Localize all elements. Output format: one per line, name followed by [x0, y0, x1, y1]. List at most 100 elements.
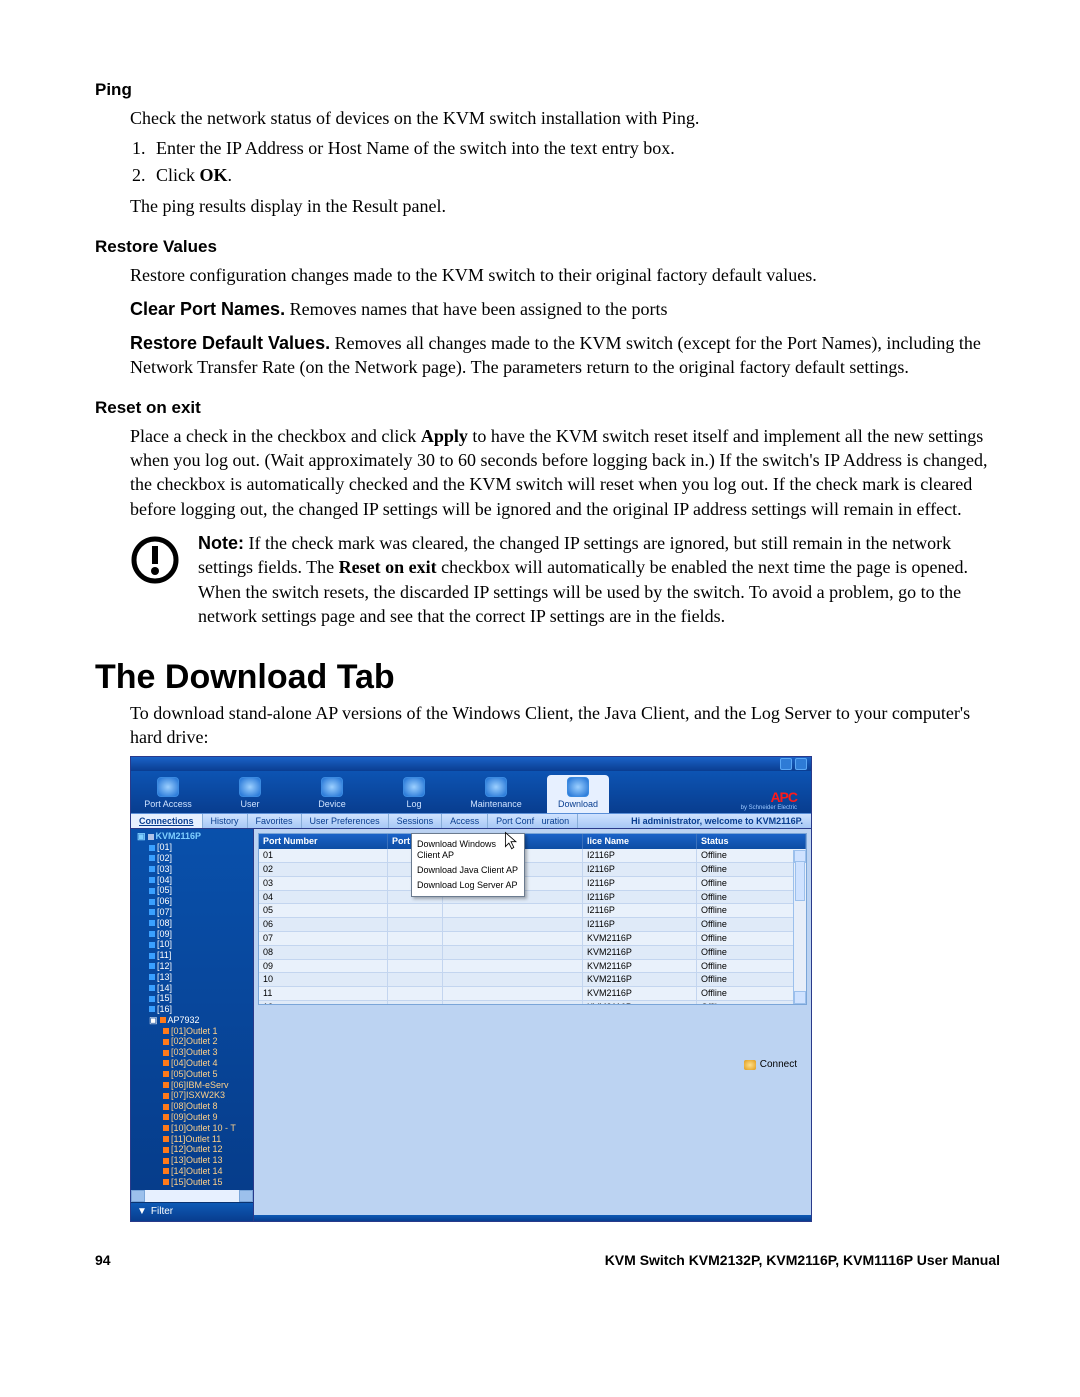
outlet-icon — [163, 1093, 169, 1099]
outlet-icon — [163, 1179, 169, 1185]
scroll-thumb[interactable] — [795, 861, 805, 901]
tab-log[interactable]: Log — [383, 775, 445, 813]
tree-port-node[interactable]: [08] — [131, 918, 253, 929]
cell-gap — [443, 904, 583, 917]
scroll-left-icon[interactable] — [131, 1190, 145, 1202]
cell-gap — [443, 932, 583, 945]
tree-port-node[interactable]: [16] — [131, 1004, 253, 1015]
cell-status: Offline — [697, 973, 806, 986]
table-row[interactable]: 05I2116POffline — [259, 904, 806, 918]
grid-scrollbar[interactable] — [793, 850, 806, 1004]
connect-button[interactable]: Connect — [744, 1059, 797, 1071]
content-area: Port Number Port Nam lice Name Status 01… — [254, 829, 811, 1220]
tree-port-node[interactable]: [05] — [131, 885, 253, 896]
table-row[interactable]: 03I2116POffline — [259, 877, 806, 891]
tree-outlet-node[interactable]: [12]Outlet 12 — [131, 1144, 253, 1155]
outlet-icon — [163, 1158, 169, 1164]
table-row[interactable]: 07KVM2116POffline — [259, 932, 806, 946]
tab-port-access[interactable]: Port Access — [137, 775, 199, 813]
restore-heading: Restore Values — [95, 237, 1000, 257]
sidebar-scrollbar[interactable] — [131, 1190, 253, 1202]
table-row[interactable]: 12KVM2116POffline — [259, 1001, 806, 1005]
restore-default: Restore Default Values. Removes all chan… — [130, 331, 1000, 380]
tree-ap-node[interactable]: ▣ AP7932 — [131, 1015, 253, 1026]
cell-port-name — [388, 946, 443, 959]
tab-download[interactable]: Download — [547, 775, 609, 813]
outlet-icon — [163, 1104, 169, 1110]
tree-port-node[interactable]: [04] — [131, 875, 253, 886]
filter-bar[interactable]: ▼Filter — [131, 1202, 253, 1221]
col-port-number[interactable]: Port Number — [259, 834, 388, 849]
download-java-client[interactable]: Download Java Client AP — [417, 863, 519, 878]
cell-port-name — [388, 932, 443, 945]
tree-outlet-node[interactable]: [07]ISXW2K3 — [131, 1090, 253, 1101]
cell-port-name — [388, 904, 443, 917]
tree-root[interactable]: ▣ KVM2116P — [131, 831, 253, 842]
outlet-icon — [163, 1060, 169, 1066]
subtab-history[interactable]: History — [203, 814, 248, 829]
tree-outlet-node[interactable]: [05]Outlet 5 — [131, 1069, 253, 1080]
tree-outlet-node[interactable]: [11]Outlet 11 — [131, 1134, 253, 1145]
scroll-right-icon[interactable] — [239, 1190, 253, 1202]
warning-icon — [130, 531, 180, 628]
tree-port-node[interactable]: [09] — [131, 929, 253, 940]
port-icon — [149, 855, 155, 861]
ping-step2: Click OK. — [150, 165, 1000, 186]
col-status[interactable]: Status — [697, 834, 806, 849]
table-row[interactable]: 11KVM2116POffline — [259, 987, 806, 1001]
table-row[interactable]: 02I2116POffline — [259, 863, 806, 877]
tab-maintenance[interactable]: Maintenance — [465, 775, 527, 813]
tab-label: User — [240, 799, 259, 810]
col-device-name[interactable]: lice Name — [583, 834, 697, 849]
filter-label: Filter — [151, 1206, 173, 1218]
tree-port-node[interactable]: [15] — [131, 993, 253, 1004]
subtab-connections[interactable]: Connections — [131, 814, 203, 829]
subtab-access[interactable]: Access — [442, 814, 488, 829]
port-icon — [149, 996, 155, 1002]
tree-outlet-node[interactable]: [03]Outlet 3 — [131, 1047, 253, 1058]
tree-port-node[interactable]: [13] — [131, 972, 253, 983]
subtab-port-config[interactable]: Port Conf uration — [488, 814, 578, 829]
tree-outlet-node[interactable]: [02]Outlet 2 — [131, 1036, 253, 1047]
tree-outlet-node[interactable]: [08]Outlet 8 — [131, 1101, 253, 1112]
table-row[interactable]: 04I2116POffline — [259, 891, 806, 905]
tab-user[interactable]: User — [219, 775, 281, 813]
titlebar-button[interactable] — [795, 758, 807, 770]
download-log-server[interactable]: Download Log Server AP — [417, 878, 519, 893]
tree-outlet-node[interactable]: [09]Outlet 9 — [131, 1112, 253, 1123]
tree-port-node[interactable]: [07] — [131, 907, 253, 918]
subtab-user-prefs[interactable]: User Preferences — [302, 814, 389, 829]
tree-port-node[interactable]: [12] — [131, 961, 253, 972]
subtab-favorites[interactable]: Favorites — [248, 814, 302, 829]
tree-outlet-node[interactable]: [14]Outlet 14 — [131, 1166, 253, 1177]
cell-status: Offline — [697, 960, 806, 973]
download-intro: To download stand-alone AP versions of t… — [130, 701, 1000, 750]
port-grid: Port Number Port Nam lice Name Status 01… — [258, 833, 807, 1005]
tree-port-node[interactable]: [11] — [131, 950, 253, 961]
table-row[interactable]: 09KVM2116POffline — [259, 960, 806, 974]
tree-port-node[interactable]: [01] — [131, 842, 253, 853]
tree-port-node[interactable]: [10] — [131, 939, 253, 950]
tree-port-node[interactable]: [02] — [131, 853, 253, 864]
tree-port-node[interactable]: [06] — [131, 896, 253, 907]
titlebar-button[interactable] — [780, 758, 792, 770]
tree-outlet-node[interactable]: [06]IBM-eServ — [131, 1080, 253, 1091]
tree-outlet-node[interactable]: [04]Outlet 4 — [131, 1058, 253, 1069]
table-row[interactable]: 08KVM2116POffline — [259, 946, 806, 960]
tree-outlet-node[interactable]: [01]Outlet 1 — [131, 1026, 253, 1037]
tab-device[interactable]: Device — [301, 775, 363, 813]
subtab-sessions[interactable]: Sessions — [389, 814, 443, 829]
tree-outlet-node[interactable]: [13]Outlet 13 — [131, 1155, 253, 1166]
tree-port-node[interactable]: [03] — [131, 864, 253, 875]
tree-port-node[interactable]: [14] — [131, 983, 253, 994]
table-row[interactable]: 01I2116POffline — [259, 849, 806, 863]
table-row[interactable]: 10KVM2116POffline — [259, 973, 806, 987]
cell-port-number: 05 — [259, 904, 388, 917]
tree-outlet-node[interactable]: [10]Outlet 10 - T — [131, 1123, 253, 1134]
tree[interactable]: ▣ KVM2116P [01] [02] [03] [04] [05] [06]… — [131, 829, 253, 1189]
tree-outlet-node[interactable]: [15]Outlet 15 — [131, 1177, 253, 1188]
table-row[interactable]: 06I2116POffline — [259, 918, 806, 932]
reset-heading: Reset on exit — [95, 398, 1000, 418]
scroll-track[interactable] — [145, 1190, 239, 1202]
scroll-down-icon[interactable] — [794, 991, 806, 1004]
